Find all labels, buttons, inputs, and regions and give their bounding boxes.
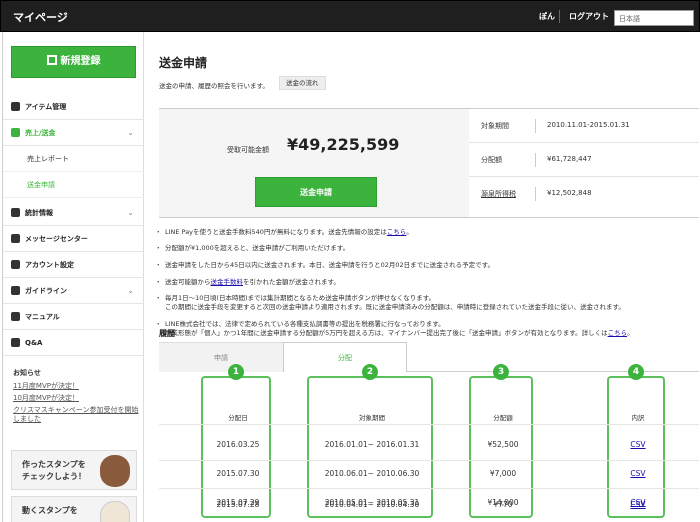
summary-panel: 受取可能金額 ¥49,225,599 送金申請 対象期間 2010.11.01-2… <box>159 108 699 218</box>
send-request-button[interactable]: 送金申請 <box>255 177 377 207</box>
cell-amount: ¥7,000 <box>489 469 517 478</box>
sidebar-item-account[interactable]: アカウント設定 <box>3 252 144 278</box>
cell-period: 2016.01.01~ 2016.01.31 <box>324 440 420 449</box>
column-header: 分配日 <box>228 414 248 422</box>
sidebar-item-messages[interactable]: メッセージセンター <box>3 226 144 252</box>
csv-download-link[interactable]: CSV <box>607 440 669 449</box>
tab-distribution[interactable]: 分配 <box>283 342 407 372</box>
sidebar-item-guidelines[interactable]: ガイドライン ⌄ <box>3 278 144 304</box>
column-header: 内訳 <box>631 414 645 422</box>
withholding-tax-link[interactable]: 源泉所得税 <box>481 189 516 199</box>
bear-character-image <box>100 455 130 487</box>
summary-row: 源泉所得税 ¥12,502,848 <box>469 177 699 211</box>
summary-row: 対象期間 2010.11.01-2015.01.31 <box>469 109 699 143</box>
cell-amount: ¥770 <box>493 500 513 509</box>
remittance-flow-button[interactable]: 送金の流れ <box>279 76 326 90</box>
pencil-icon <box>46 55 57 65</box>
animated-sticker-banner[interactable]: 動くスタンプを <box>11 496 137 522</box>
csv-download-link[interactable]: CSV <box>607 500 669 509</box>
logout-link[interactable]: ログアウト <box>569 11 609 22</box>
envelope-icon <box>11 234 20 243</box>
available-amount-value: ¥49,225,599 <box>287 135 400 154</box>
number-badge: 2 <box>362 364 378 380</box>
page-title: 送金申請 <box>159 56 208 70</box>
user-icon <box>11 260 20 269</box>
notice-title: お知らせ <box>13 369 41 377</box>
document-icon <box>11 312 20 321</box>
summary-row: 分配額 ¥61,728,447 <box>469 143 699 177</box>
sidebar-item-remittance[interactable]: 送金申請 <box>3 172 144 198</box>
user-name[interactable]: ぽん <box>539 11 555 22</box>
number-badge: 4 <box>628 364 644 380</box>
csv-download-link[interactable]: CSV <box>607 469 669 478</box>
details-link[interactable]: こちら <box>608 329 628 337</box>
language-select[interactable]: 日本語 <box>614 10 694 26</box>
cell-period: 2010.04.01~ 2010.04.30 <box>324 500 420 509</box>
history-title: 履歴 <box>159 329 175 338</box>
notice-link[interactable]: クリスマスキャンペーン参加受付を開始しました <box>13 406 141 424</box>
sidebar-item-sales-report[interactable]: 売上レポート <box>3 146 144 172</box>
top-bar: マイページ ぽん ログアウト 日本語 <box>0 0 700 32</box>
chart-icon <box>11 208 20 217</box>
cell-date: 2016.03.25 <box>216 440 260 449</box>
chevron-down-icon: ⌄ <box>127 286 134 295</box>
gear-icon <box>11 102 20 111</box>
chevron-down-icon: ⌄ <box>127 208 134 217</box>
sticker-check-banner[interactable]: 作ったスタンプを チェックしよう！ <box>11 450 137 490</box>
speech-bubble-icon <box>11 338 20 347</box>
column-header: 対象期間 <box>359 414 385 422</box>
chevron-down-icon: ⌄ <box>127 128 134 137</box>
sidebar: 新規登録 アイテム管理 売上/送金 ⌄ 売上レポート 送金申請 統計情報 ⌄ メッセ… <box>2 32 144 522</box>
fee-link[interactable]: 送金手数料 <box>211 278 244 286</box>
sidebar-item-statistics[interactable]: 統計情報 ⌄ <box>3 200 144 226</box>
history-last-row: 2015.07.28 2010.04.01~ 2010.04.30 ¥770 C… <box>159 500 699 520</box>
divider <box>559 10 560 23</box>
notice-link[interactable]: 11月度MVPが決定！ <box>13 382 141 391</box>
sidebar-item-qa[interactable]: Q&A <box>3 330 144 356</box>
page-subtitle: 送金の申請、履歴の照会を行います。 <box>159 82 269 90</box>
number-badge: 3 <box>493 364 509 380</box>
sidebar-item-items[interactable]: アイテム管理 <box>3 94 144 120</box>
payee-settings-link[interactable]: こちら <box>387 228 407 236</box>
page-header-title[interactable]: マイページ <box>13 9 68 25</box>
bunny-character-image <box>100 501 130 522</box>
coins-icon <box>11 128 20 137</box>
available-amount-label: 受取可能金額 <box>227 146 269 154</box>
cell-period: 2010.06.01~ 2010.06.30 <box>324 469 420 478</box>
book-icon <box>11 286 20 295</box>
sidebar-item-sales[interactable]: 売上/送金 ⌄ <box>3 120 144 146</box>
cell-date: 2015.07.30 <box>216 469 260 478</box>
new-registration-button[interactable]: 新規登録 <box>11 46 136 78</box>
notice-link[interactable]: 10月度MVPが決定！ <box>13 394 141 403</box>
number-badge: 1 <box>228 364 244 380</box>
cell-amount: ¥52,500 <box>487 440 519 449</box>
tab-requests[interactable]: 申請 <box>159 342 283 372</box>
cell-date: 2015.07.28 <box>216 500 260 509</box>
sidebar-item-manual[interactable]: マニュアル <box>3 304 144 330</box>
column-header: 分配額 <box>493 414 513 422</box>
main-content: 送金申請 送金の申請、履歴の照会を行います。 送金の流れ 受取可能金額 ¥49,… <box>145 32 700 522</box>
